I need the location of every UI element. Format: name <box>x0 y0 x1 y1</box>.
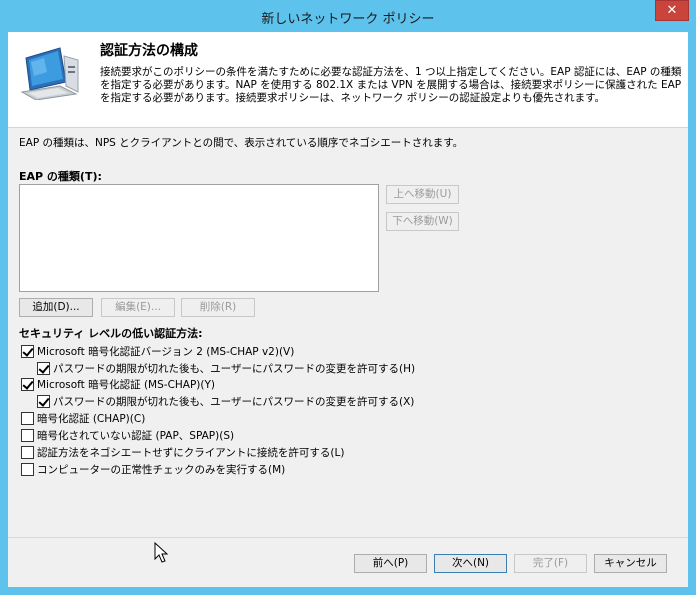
health-check-only-option[interactable]: コンピューターの正常性チェックのみを実行する(M) <box>21 461 285 478</box>
mouse-cursor-icon <box>154 542 169 563</box>
mschap-password-change-checkbox[interactable] <box>37 395 50 408</box>
eap-types-label: EAP の種類(T): <box>19 170 102 183</box>
cancel-button[interactable]: キャンセル <box>594 554 667 573</box>
pap-spap-option[interactable]: 暗号化されていない認証 (PAP、SPAP)(S) <box>21 427 234 444</box>
mschapv2-label: Microsoft 暗号化認証バージョン 2 (MS-CHAP v2)(V) <box>37 346 295 358</box>
mschapv2-checkbox[interactable] <box>21 345 34 358</box>
mschapv2-option[interactable]: Microsoft 暗号化認証バージョン 2 (MS-CHAP v2)(V) <box>21 343 294 360</box>
mschapv2-password-change-option[interactable]: パスワードの期限が切れた後も、ユーザーにパスワードの変更を許可する(H) <box>37 360 415 377</box>
footer-separator <box>8 537 688 538</box>
dialog-window: 新しいネットワーク ポリシー ✕ 認証方法の構成 接続要求がこのポリシーの条件を… <box>0 0 696 595</box>
pap-spap-checkbox[interactable] <box>21 429 34 442</box>
edit-button[interactable]: 編集(E)... <box>101 298 175 317</box>
page-description: 接続要求がこのポリシーの条件を満たすために必要な認証方法を、1 つ以上指定してく… <box>100 66 682 104</box>
window-title: 新しいネットワーク ポリシー <box>261 12 435 27</box>
move-down-button[interactable]: 下へ移動(W) <box>386 212 459 231</box>
intro-text: EAP の種類は、NPS とクライアントとの間で、表示されている順序でネゴシエー… <box>19 137 464 149</box>
move-up-button[interactable]: 上へ移動(U) <box>386 185 459 204</box>
mschap-label: Microsoft 暗号化認証 (MS-CHAP)(Y) <box>37 379 216 391</box>
chap-checkbox[interactable] <box>21 412 34 425</box>
page-title: 認証方法の構成 <box>100 43 198 59</box>
no-negotiation-label: 認証方法をネゴシエートせずにクライアントに接続を許可する(L) <box>37 447 345 459</box>
health-check-only-checkbox[interactable] <box>21 463 34 476</box>
dialog-body: 認証方法の構成 接続要求がこのポリシーの条件を満たすために必要な認証方法を、1 … <box>8 32 688 587</box>
next-button[interactable]: 次へ(N) <box>434 554 507 573</box>
no-negotiation-option[interactable]: 認証方法をネゴシエートせずにクライアントに接続を許可する(L) <box>21 444 344 461</box>
title-bar[interactable]: 新しいネットワーク ポリシー ✕ <box>0 0 696 32</box>
pap-spap-label: 暗号化されていない認証 (PAP、SPAP)(S) <box>37 430 235 442</box>
mschapv2-password-change-checkbox[interactable] <box>37 362 50 375</box>
health-check-only-label: コンピューターの正常性チェックのみを実行する(M) <box>37 464 286 476</box>
eap-types-list[interactable] <box>19 184 379 292</box>
chap-label: 暗号化認証 (CHAP)(C) <box>37 413 146 425</box>
back-button[interactable]: 前へ(P) <box>354 554 427 573</box>
computer-network-icon <box>20 47 79 100</box>
mschap-password-change-label: パスワードの期限が切れた後も、ユーザーにパスワードの変更を許可する(X) <box>53 396 415 408</box>
finish-button[interactable]: 完了(F) <box>514 554 587 573</box>
close-button[interactable]: ✕ <box>655 0 689 21</box>
remove-button[interactable]: 削除(R) <box>181 298 255 317</box>
wizard-header: 認証方法の構成 接続要求がこのポリシーの条件を満たすために必要な認証方法を、1 … <box>8 32 688 128</box>
mschapv2-password-change-label: パスワードの期限が切れた後も、ユーザーにパスワードの変更を許可する(H) <box>53 363 416 375</box>
mschap-checkbox[interactable] <box>21 378 34 391</box>
mschap-password-change-option[interactable]: パスワードの期限が切れた後も、ユーザーにパスワードの変更を許可する(X) <box>37 393 414 410</box>
add-button[interactable]: 追加(D)... <box>19 298 93 317</box>
chap-option[interactable]: 暗号化認証 (CHAP)(C) <box>21 410 145 427</box>
no-negotiation-checkbox[interactable] <box>21 446 34 459</box>
mschap-option[interactable]: Microsoft 暗号化認証 (MS-CHAP)(Y) <box>21 376 215 393</box>
less-secure-methods-label: セキュリティ レベルの低い認証方法: <box>19 327 203 340</box>
